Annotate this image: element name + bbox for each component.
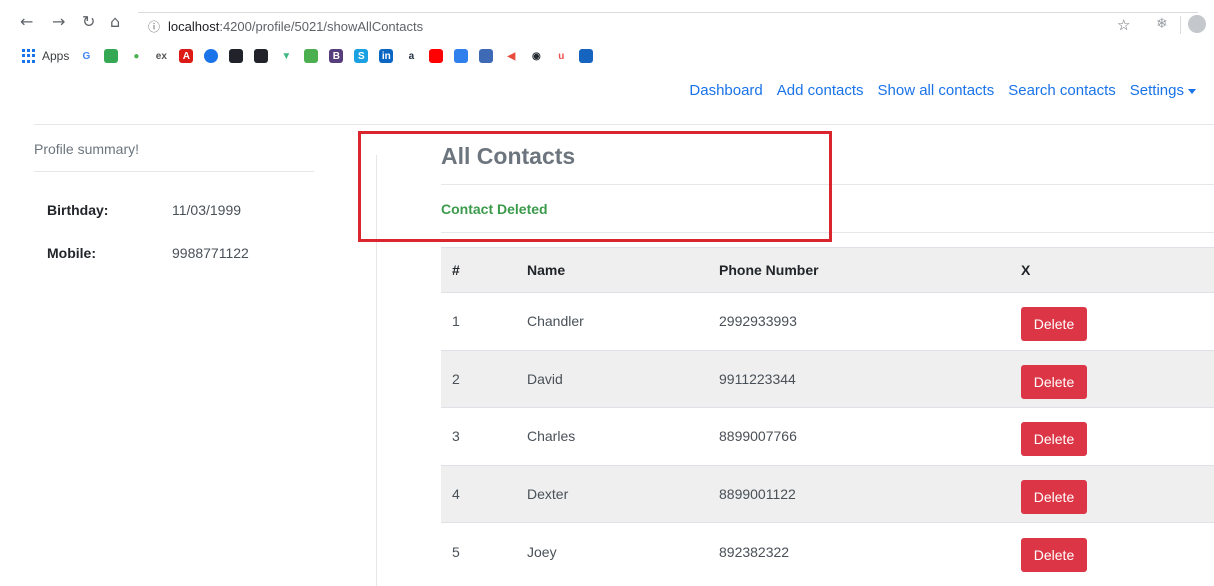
mobile-label: Mobile:: [47, 245, 96, 261]
mongodb-icon[interactable]: ●: [129, 49, 144, 63]
bootstrap-icon[interactable]: B: [329, 49, 344, 63]
row-phone: 9911223344: [719, 349, 1021, 408]
profile-avatar-icon[interactable]: [1188, 15, 1206, 33]
bookmark-red-icon[interactable]: ◀: [504, 49, 519, 63]
github-icon[interactable]: ◉: [529, 49, 544, 63]
table-row: 4 Dexter 8899001122 Delete: [441, 464, 1214, 523]
info-icon[interactable]: ⓘ: [148, 18, 160, 35]
linkedin-icon[interactable]: in: [379, 49, 394, 63]
bookmark-star-icon[interactable]: ☆: [1117, 16, 1130, 34]
express-icon[interactable]: ex: [154, 49, 169, 63]
header-number: #: [441, 247, 527, 293]
react-native-icon[interactable]: [254, 49, 269, 63]
angular-icon[interactable]: A: [179, 49, 194, 63]
row-name: Joey: [527, 522, 719, 580]
delete-button[interactable]: Delete: [1021, 422, 1087, 457]
udemy-icon[interactable]: u: [554, 49, 569, 63]
row-name: Charles: [527, 407, 719, 465]
row-number: 5: [441, 522, 527, 580]
row-action-cell: Delete: [1021, 407, 1214, 465]
row-name: Chandler: [527, 292, 719, 350]
row-name: David: [527, 349, 719, 408]
apps-bookmark[interactable]: Apps: [42, 49, 69, 63]
table-header-row: # Name Phone Number X: [441, 247, 1214, 293]
nav-settings[interactable]: Settings: [1130, 82, 1196, 99]
table-row: 5 Joey 892382322 Delete: [441, 522, 1214, 580]
delete-button[interactable]: Delete: [1021, 364, 1087, 399]
delete-button[interactable]: Delete: [1021, 537, 1087, 572]
row-name: Dexter: [527, 464, 719, 523]
contacts-table: # Name Phone Number X 1 Chandler 2992933…: [441, 247, 1214, 580]
reload-icon[interactable]: ↻: [82, 14, 95, 30]
row-phone: 892382322: [719, 522, 1021, 580]
youtube-icon[interactable]: [429, 49, 444, 63]
bookmarks-bar: Apps G ● ex A ▼ B S in a ◀ ◉ u: [0, 44, 1214, 68]
address-bar[interactable]: ⓘ localhost:4200/profile/5021/showAllCon…: [138, 12, 1198, 40]
delete-button[interactable]: Delete: [1021, 479, 1087, 514]
nav-settings-label: Settings: [1129, 82, 1184, 99]
delete-button[interactable]: Delete: [1021, 307, 1087, 342]
caret-down-icon: [1188, 88, 1196, 94]
row-number: 3: [441, 407, 527, 465]
mobile-value: 9988771122: [172, 245, 249, 261]
extension-icon[interactable]: ❄: [1156, 16, 1168, 32]
profile-divider: [34, 171, 314, 172]
bookmark-green-icon[interactable]: [104, 49, 119, 63]
table-row: 1 Chandler 2992933993 Delete: [441, 292, 1214, 350]
row-action-cell: Delete: [1021, 522, 1214, 580]
react-icon[interactable]: [229, 49, 244, 63]
table-row: 3 Charles 8899007766 Delete: [441, 407, 1214, 465]
row-phone: 2992933993: [719, 292, 1021, 350]
top-nav: Dashboard Add contacts Show all contacts…: [689, 82, 1196, 99]
row-phone: 8899001122: [719, 464, 1021, 523]
header-action: X: [1021, 247, 1214, 293]
home-icon[interactable]: ⌂: [110, 14, 120, 30]
node-icon[interactable]: [304, 49, 319, 63]
highlight-annotation-box: [358, 131, 832, 242]
header-divider: [34, 124, 1214, 125]
nav-search-contacts[interactable]: Search contacts: [1008, 82, 1116, 99]
url-text[interactable]: localhost:4200/profile/5021/showAllConta…: [168, 19, 423, 34]
birthday-value: 11/03/1999: [172, 202, 242, 218]
chrome-icon[interactable]: [204, 49, 219, 63]
browser-toolbar: ← → ↻ ⌂ ⓘ localhost:4200/profile/5021/sh…: [0, 0, 1214, 40]
row-action-cell: Delete: [1021, 464, 1214, 523]
apps-grid-icon[interactable]: [22, 49, 36, 63]
mvn-icon[interactable]: [579, 49, 594, 63]
table-row: 2 David 9911223344 Delete: [441, 349, 1214, 408]
back-arrow-icon[interactable]: ←: [20, 14, 33, 30]
row-number: 1: [441, 292, 527, 350]
row-number: 4: [441, 464, 527, 523]
row-phone: 8899007766: [719, 407, 1021, 465]
birthday-label: Birthday:: [47, 202, 109, 218]
toolbar-divider: [1180, 16, 1181, 34]
header-phone: Phone Number: [719, 247, 1021, 293]
forward-arrow-icon[interactable]: →: [52, 14, 65, 30]
header-name: Name: [527, 247, 719, 293]
nav-add-contacts[interactable]: Add contacts: [777, 82, 864, 99]
s-bookmark-icon[interactable]: S: [354, 49, 369, 63]
bookmark-b2-icon[interactable]: [479, 49, 494, 63]
nav-show-all-contacts[interactable]: Show all contacts: [878, 82, 995, 99]
vue-icon[interactable]: ▼: [279, 49, 294, 63]
google-icon[interactable]: G: [79, 49, 94, 63]
nav-dashboard[interactable]: Dashboard: [689, 82, 762, 99]
row-action-cell: Delete: [1021, 292, 1214, 350]
bookmark-blue-icon[interactable]: [454, 49, 469, 63]
row-number: 2: [441, 349, 527, 408]
amazon-icon[interactable]: a: [404, 49, 419, 63]
profile-summary-title: Profile summary!: [34, 141, 140, 157]
row-action-cell: Delete: [1021, 349, 1214, 408]
